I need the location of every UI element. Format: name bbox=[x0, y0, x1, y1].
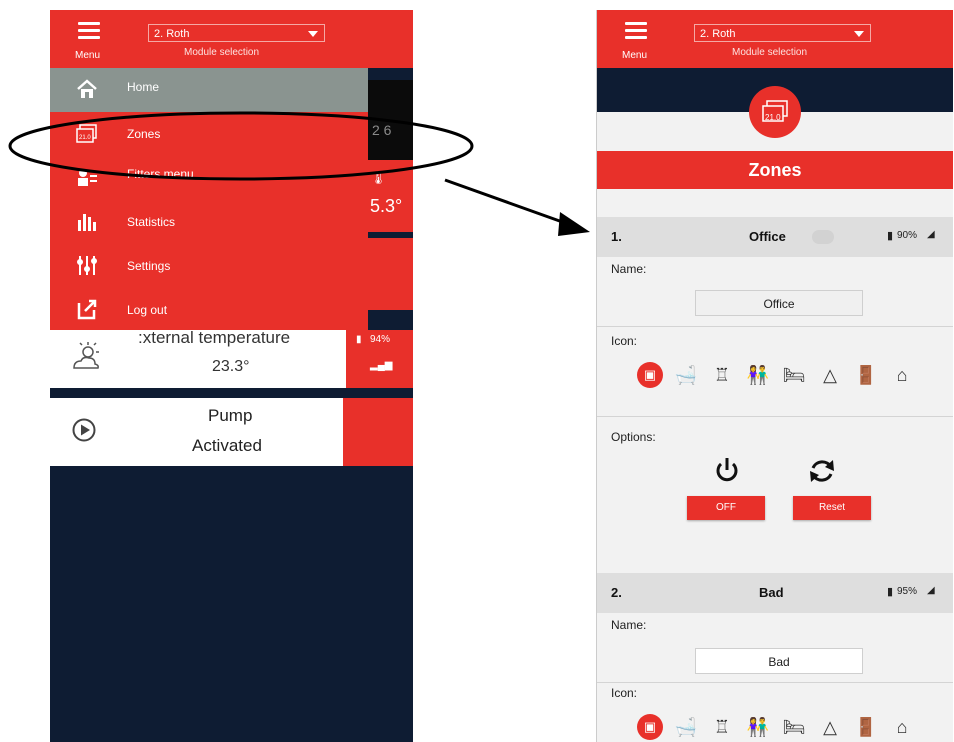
zone-icon-selected[interactable]: ▣ bbox=[637, 362, 663, 388]
door-icon[interactable]: 🚪 bbox=[853, 714, 879, 740]
module-select-label: Module selection bbox=[732, 47, 808, 58]
garage-icon[interactable]: ⌂ bbox=[889, 362, 915, 388]
page-title: Zones bbox=[748, 160, 802, 180]
divider bbox=[597, 326, 953, 327]
zone-toggle[interactable] bbox=[812, 230, 834, 244]
highlight-ellipse bbox=[8, 111, 474, 181]
zone-1-number: 1. bbox=[611, 229, 622, 244]
off-button[interactable]: OFF bbox=[687, 496, 765, 520]
divider bbox=[597, 416, 953, 417]
chef-hat-icon[interactable]: ♖ bbox=[709, 362, 735, 388]
zone-2-battery: 95% bbox=[897, 586, 918, 597]
menu-label: Menu bbox=[622, 50, 648, 61]
door-icon[interactable]: 🚪 bbox=[853, 362, 879, 388]
module-select-value: 2. Roth bbox=[700, 28, 736, 40]
power-icon bbox=[713, 456, 741, 484]
bed-icon[interactable]: 🛏 bbox=[781, 714, 807, 740]
pointer-arrow bbox=[444, 178, 569, 226]
right-app-header: Menu 2. Roth Module selection bbox=[597, 10, 953, 68]
zone-2-name-input[interactable]: Bad bbox=[695, 648, 863, 674]
zone-1-title: Office bbox=[749, 229, 786, 244]
zone-1-battery: 90% bbox=[897, 230, 918, 241]
zones-title-bar: Zones bbox=[597, 151, 953, 189]
hanger-icon[interactable]: △ bbox=[817, 362, 843, 388]
divider bbox=[597, 682, 953, 683]
chef-hat-icon[interactable]: ♖ bbox=[709, 714, 735, 740]
reset-button[interactable]: Reset bbox=[793, 496, 871, 520]
zone-1-name-input[interactable]: Office bbox=[695, 290, 863, 316]
chevron-down-icon bbox=[854, 31, 864, 37]
hero-badge: 21.0 bbox=[749, 86, 801, 138]
bed-icon[interactable]: 🛏 bbox=[781, 362, 807, 388]
garage-icon[interactable]: ⌂ bbox=[889, 714, 915, 740]
children-icon[interactable]: 👫 bbox=[745, 362, 771, 388]
bath-icon[interactable]: 🛁 bbox=[673, 362, 699, 388]
battery-icon: ▮ bbox=[887, 230, 894, 242]
options-label: Options: bbox=[611, 430, 656, 444]
arrow-head bbox=[558, 212, 590, 236]
right-phone-screen: Menu 2. Roth Module selection 21.0 Zones… bbox=[596, 10, 953, 742]
hamburger-icon[interactable] bbox=[625, 22, 647, 42]
zone-2-title: Bad bbox=[759, 585, 784, 600]
zone-2-header[interactable]: 2. Bad ▮ 95% ◢ bbox=[597, 573, 953, 613]
module-select[interactable]: 2. Roth bbox=[694, 24, 871, 42]
zone-2-icon-picker: ▣ 🛁 ♖ 👫 🛏 △ 🚪 ⌂ bbox=[637, 712, 947, 742]
zone-2-icon-label: Icon: bbox=[611, 686, 638, 700]
signal-icon: ◢ bbox=[927, 585, 935, 596]
reset-icon bbox=[807, 456, 837, 486]
zone-1-header[interactable]: 1. Office ▮ 90% ◢ bbox=[597, 217, 953, 257]
battery-icon: ▮ bbox=[887, 586, 894, 598]
zone-icon-selected[interactable]: ▣ bbox=[637, 714, 663, 740]
zone-1-name-label: Name: bbox=[611, 262, 647, 276]
children-icon[interactable]: 👫 bbox=[745, 714, 771, 740]
zone-2-name-label: Name: bbox=[611, 618, 647, 632]
zone-2-number: 2. bbox=[611, 585, 622, 600]
zone-1-icon-label: Icon: bbox=[611, 334, 638, 348]
signal-icon: ◢ bbox=[927, 229, 935, 240]
hanger-icon[interactable]: △ bbox=[817, 714, 843, 740]
zone-1-icon-picker: ▣ 🛁 ♖ 👫 🛏 △ 🚪 ⌂ bbox=[637, 360, 947, 390]
hero-badge-value: 21.0 bbox=[765, 113, 781, 122]
bath-icon[interactable]: 🛁 bbox=[673, 714, 699, 740]
